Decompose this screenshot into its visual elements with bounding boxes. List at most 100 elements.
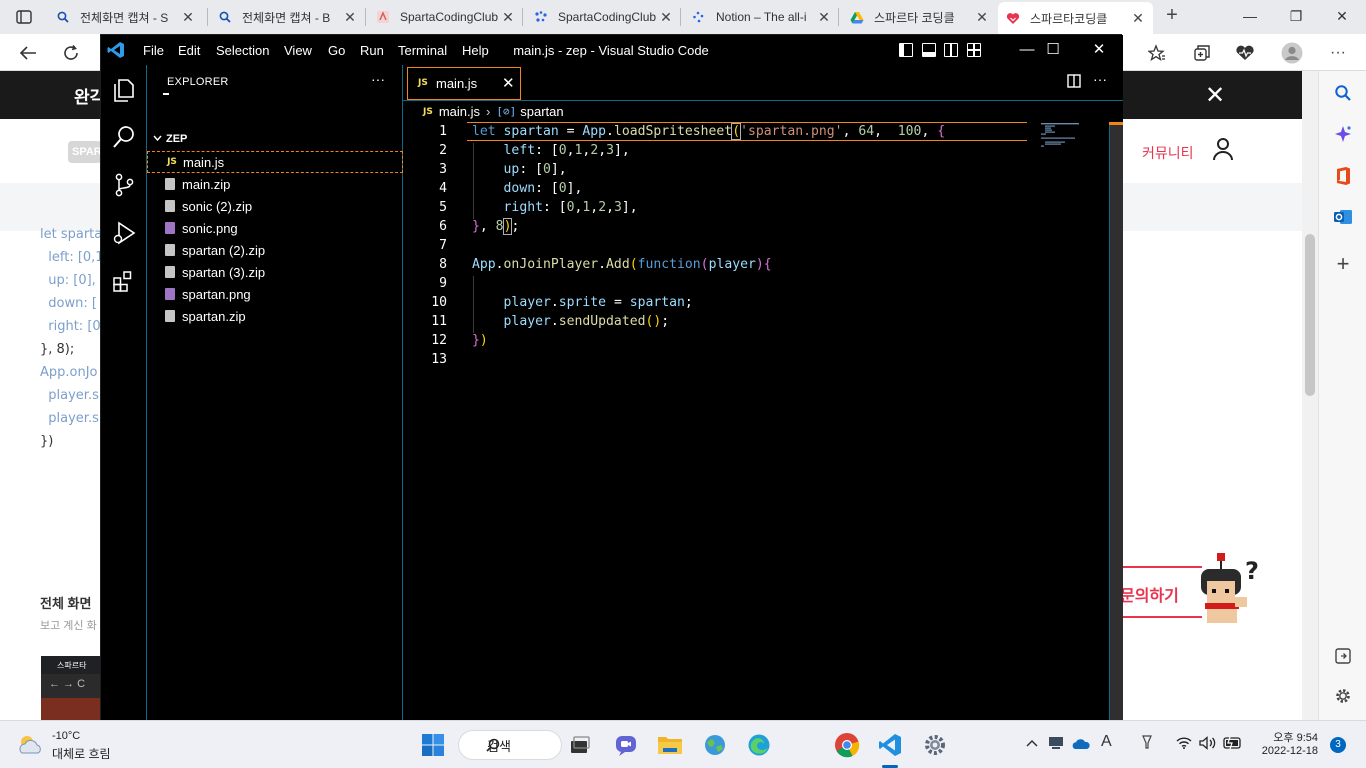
breadcrumb-symbol[interactable]: spartan [520,104,563,119]
mascot-character-icon[interactable]: ? [1195,549,1275,629]
menu-run[interactable]: Run [360,43,384,58]
toggle-sidebar-icon[interactable] [899,43,913,57]
show-hidden-icons-icon[interactable] [1026,734,1038,750]
notification-badge[interactable]: 3 [1330,737,1346,753]
browser-tab[interactable]: 전체화면 캡쳐 - S ✕ [48,4,203,30]
tab-close-icon[interactable]: ✕ [973,9,991,26]
new-tab-button[interactable]: + [1160,4,1184,28]
browser-tab[interactable]: SpartaCodingClub ✕ [368,4,523,30]
browser-tab[interactable]: 전체화면 캡쳐 - B ✕ [210,4,365,30]
close-icon[interactable]: ✕ [502,74,515,92]
tray-pen-icon[interactable] [1139,734,1155,753]
back-arrow-icon[interactable] [14,39,42,67]
explorer-files-icon[interactable] [111,77,137,103]
file-item-spartan-png[interactable]: spartan.png [147,283,403,305]
page-scrollbar-thumb[interactable] [1305,234,1315,396]
file-item-main-zip[interactable]: main.zip [147,173,403,195]
file-explorer-icon[interactable] [656,731,684,759]
profile-avatar[interactable] [1278,39,1306,67]
settings-gear-icon[interactable] [921,731,949,759]
maps-app-icon[interactable] [701,731,729,759]
vscode-taskbar-icon[interactable] [876,731,904,759]
file-item-sonic-2-zip[interactable]: sonic (2).zip [147,195,403,217]
browser-tab-active[interactable]: 스파르타코딩클 ✕ [998,2,1153,34]
tab-close-icon[interactable]: ✕ [179,9,197,26]
tray-display-icon[interactable] [1048,735,1064,754]
minimap[interactable] [1037,122,1107,152]
volume-icon[interactable] [1199,736,1217,753]
tab-close-icon[interactable]: ✕ [1129,10,1147,27]
customize-layout-icon[interactable] [967,43,981,57]
battery-icon[interactable] [1223,736,1243,753]
file-item-main-js[interactable]: JS main.js [147,151,403,173]
teams-chat-icon[interactable] [612,731,640,759]
menu-file[interactable]: File [143,43,164,58]
menu-edit[interactable]: Edit [178,43,200,58]
editor-tab-main-js[interactable]: JS main.js ✕ [407,67,521,100]
taskbar-search[interactable]: 검색 [458,730,562,760]
editor-more-actions-icon[interactable]: ··· [1093,71,1107,87]
tab-close-icon[interactable]: ✕ [499,9,517,26]
restore-button[interactable]: ❐ [1273,0,1319,32]
chrome-browser-icon[interactable] [833,731,861,759]
user-icon[interactable] [1212,137,1234,161]
browser-tab[interactable]: 스파르타 코딩클 ✕ [842,4,997,30]
settings-more-icon[interactable]: ··· [1324,39,1352,67]
browser-tab[interactable]: Notion – The all-i ✕ [684,4,839,30]
favorites-star-icon[interactable] [1143,39,1171,67]
sidebar-search-icon[interactable] [1331,81,1355,105]
file-item-spartan-2-zip[interactable]: spartan (2).zip [147,239,403,261]
breadcrumb-file[interactable]: main.js [439,104,480,119]
clock-date[interactable]: 2022-12-18 [1254,745,1318,757]
menu-terminal[interactable]: Terminal [398,43,447,58]
search-icon[interactable] [111,124,137,150]
banner-close-icon[interactable]: ✕ [1205,81,1225,110]
toggle-secondary-sidebar-icon[interactable] [944,43,958,57]
clock-time[interactable]: 오후 9:54 [1268,729,1318,745]
sidebar-hide-icon[interactable] [1331,644,1355,668]
extensions-icon[interactable] [111,268,137,294]
task-view-icon[interactable] [566,731,594,759]
onedrive-cloud-icon[interactable] [1071,737,1091,753]
close-window-button[interactable]: ✕ [1319,0,1365,32]
sidebar-add-icon[interactable]: + [1331,251,1355,276]
collections-icon[interactable] [1188,39,1216,67]
sidebar-office-icon[interactable] [1331,164,1355,188]
file-item-spartan-zip[interactable]: spartan.zip [147,305,403,327]
edge-browser-icon[interactable] [745,731,773,759]
weather-description[interactable]: 대체로 흐림 [52,745,111,762]
file-item-sonic-png[interactable]: sonic.png [147,217,403,239]
sidebar-outlook-icon[interactable] [1331,205,1355,229]
browser-tab[interactable]: SpartaCodingClub ✕ [526,4,681,30]
browser-essentials-icon[interactable] [1231,39,1259,67]
split-editor-icon[interactable] [1067,74,1083,90]
sidebar-sparkle-icon[interactable] [1331,122,1355,146]
refresh-icon[interactable] [57,39,85,67]
toggle-panel-icon[interactable] [922,43,936,57]
explorer-more-actions-icon[interactable]: ··· [371,71,385,87]
run-debug-icon[interactable] [111,220,137,246]
editor-scrollbar[interactable] [1109,122,1123,721]
code-editor[interactable]: 1 let spartan = App.loadSpritesheet('spar… [403,122,1123,721]
folder-zep[interactable]: ZEP [153,133,187,145]
file-item-spartan-3-zip[interactable]: spartan (3).zip [147,261,403,283]
line-number: 6 [439,219,447,234]
menu-selection[interactable]: Selection [216,43,269,58]
community-link[interactable]: 커뮤니티 [1142,143,1194,163]
wifi-icon[interactable] [1176,736,1192,752]
weather-temperature[interactable]: -10°C [52,730,80,742]
vscode-close-button[interactable]: ✕ [1079,38,1119,62]
tab-actions-icon[interactable] [8,5,40,29]
tab-close-icon[interactable]: ✕ [815,9,833,26]
vscode-maximize-button[interactable]: ☐ [1033,38,1073,62]
weather-cloud-icon[interactable] [16,731,44,759]
tab-close-icon[interactable]: ✕ [341,9,359,26]
menu-go[interactable]: Go [328,43,345,58]
sidebar-settings-gear-icon[interactable] [1331,684,1355,708]
minimize-button[interactable]: — [1227,0,1273,32]
windows-start-icon[interactable] [419,731,447,759]
tab-close-icon[interactable]: ✕ [657,9,675,26]
menu-view[interactable]: View [284,43,312,58]
source-control-icon[interactable] [111,172,137,198]
input-language-icon[interactable]: A [1101,733,1112,751]
